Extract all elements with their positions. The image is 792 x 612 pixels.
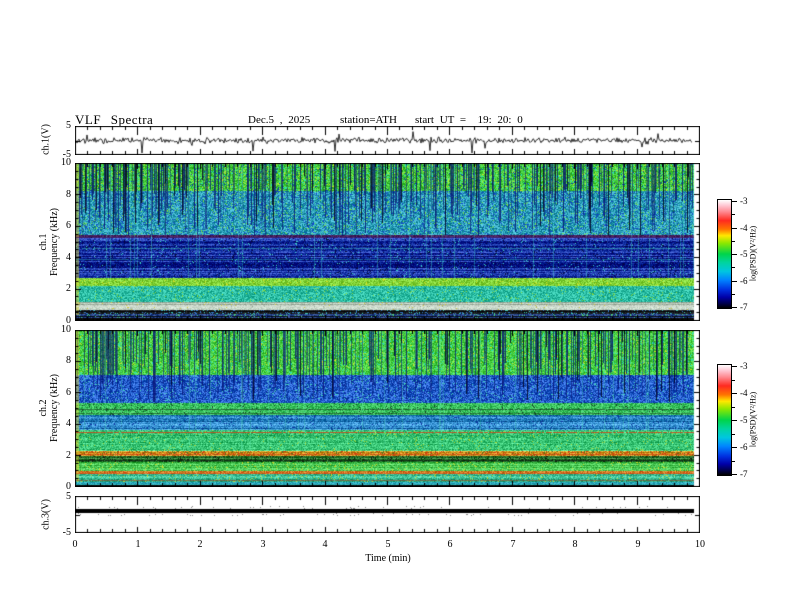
colorbar-tick	[732, 201, 737, 202]
ch1-spec-ytick: 4	[66, 252, 71, 263]
colorbar-tick	[732, 393, 737, 394]
time-tick-label: 6	[447, 539, 453, 550]
colorbar-tick	[732, 366, 737, 367]
colorbar-minor-tick	[732, 267, 735, 268]
colorbar-tick-label: -5	[740, 415, 748, 425]
ch2-spec-ytick: 2	[66, 450, 71, 461]
time-tick-label: 2	[197, 539, 203, 550]
colorbar-ch1-label: log(PSD)(V²/Hz)	[748, 225, 758, 282]
ch2-spectrogram-panel	[75, 330, 700, 487]
colorbar-ch2-label: log(PSD)(V²/Hz)	[748, 391, 758, 448]
vlf-spectra-figure: VLF Spectra Dec.5 , 2025 station=ATH sta…	[0, 0, 792, 612]
station-label: station=ATH	[340, 114, 397, 126]
time-tick-label: 4	[322, 539, 328, 550]
colorbar-minor-tick	[732, 214, 735, 215]
ch1-spec-ytick: 0	[66, 315, 71, 326]
ch2-spec-ytick: 4	[66, 418, 71, 429]
colorbar-tick-label: -7	[740, 469, 748, 479]
ch3-wave-ytick: -5	[62, 527, 71, 538]
colorbar-tick	[732, 447, 737, 448]
time-axis-label: Time (min)	[365, 553, 411, 564]
colorbar-tick	[732, 474, 737, 475]
colorbar-tick	[732, 254, 737, 255]
ch1-spec-ytick: 8	[66, 189, 71, 200]
colorbar-tick-label: -6	[740, 276, 748, 286]
time-tick-label: 8	[572, 539, 578, 550]
colorbar-tick-label: -7	[740, 302, 748, 312]
colorbar-ch2	[717, 364, 732, 476]
ch3-waveform-panel	[75, 496, 700, 533]
colorbar-minor-tick	[732, 294, 735, 295]
ch3-wave-ytick: 5	[66, 491, 71, 502]
colorbar-tick	[732, 420, 737, 421]
colorbar-tick-label: -5	[740, 249, 748, 259]
colorbar-tick	[732, 281, 737, 282]
ch1-spec-ytick: 10	[61, 157, 71, 168]
colorbar-minor-tick	[732, 407, 735, 408]
colorbar-ch1	[717, 199, 732, 309]
start-ut-label: start UT = 19: 20: 0	[415, 114, 523, 126]
colorbar-minor-tick	[732, 461, 735, 462]
ch1-waveform-panel	[75, 126, 700, 155]
colorbar-tick-label: -4	[740, 223, 748, 233]
colorbar-tick-label: -6	[740, 442, 748, 452]
ch2-spec-ytick: 6	[66, 387, 71, 398]
colorbar-tick-label: -3	[740, 361, 748, 371]
ch3-wave-ylabel: ch.3(V)	[40, 499, 52, 530]
colorbar-tick	[732, 228, 737, 229]
time-tick-label: 0	[72, 539, 78, 550]
colorbar-tick-label: -4	[740, 388, 748, 398]
time-tick-label: 5	[385, 539, 391, 550]
time-tick-label: 1	[135, 539, 141, 550]
ch1-wave-ytick: 5	[66, 120, 71, 131]
time-tick-label: 7	[510, 539, 516, 550]
ch1-wave-ylabel: ch.1(V)	[40, 124, 52, 155]
ch2-spec-ytick: 8	[66, 355, 71, 366]
colorbar-minor-tick	[732, 380, 735, 381]
ch1-spec-ytick: 6	[66, 220, 71, 231]
ch1-spec-ylabel: ch.1 Frequency (kHz)	[38, 207, 60, 277]
ch1-spec-ytick: 2	[66, 283, 71, 294]
ch2-spec-ylabel: ch.2 Frequency (kHz)	[38, 373, 60, 443]
colorbar-minor-tick	[732, 241, 735, 242]
date-label: Dec.5 , 2025	[248, 114, 311, 126]
colorbar-tick-label: -3	[740, 196, 748, 206]
time-tick-label: 9	[635, 539, 641, 550]
ch1-spectrogram-panel	[75, 163, 700, 321]
time-tick-label: 3	[260, 539, 266, 550]
colorbar-minor-tick	[732, 434, 735, 435]
colorbar-tick	[732, 307, 737, 308]
time-tick-label: 10	[695, 539, 705, 550]
